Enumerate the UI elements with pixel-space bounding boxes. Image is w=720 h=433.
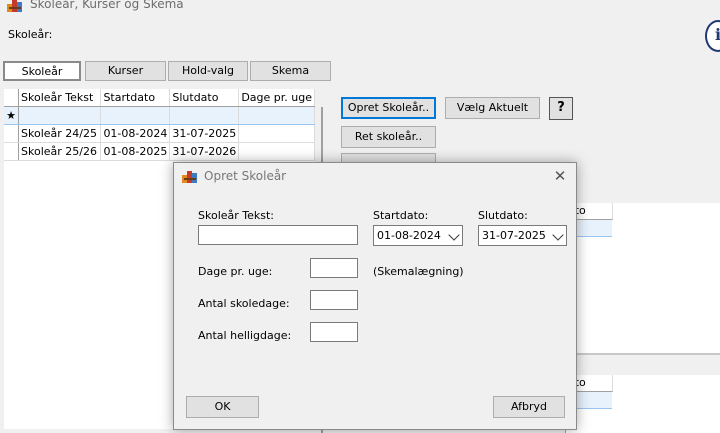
- table-cell[interactable]: [238, 142, 315, 161]
- table-cell[interactable]: 31-07-2026: [169, 142, 240, 161]
- info-icon[interactable]: i: [705, 20, 720, 52]
- chevron-down-icon: [448, 229, 460, 241]
- dialog-title: Opret Skoleår: [204, 169, 287, 183]
- skemalaegning-note: (Skemalægning): [373, 265, 464, 278]
- grid-header-row: Skoleår Tekst Startdato Slutdato Dage pr…: [4, 89, 315, 107]
- row-header[interactable]: [4, 124, 20, 143]
- right-grid-top[interactable]: ato: [565, 203, 720, 353]
- row-header-corner: [4, 89, 20, 107]
- antal-helligdage-label: Antal helligdage:: [198, 329, 292, 342]
- startdato-value: 01-08-2024: [377, 229, 441, 242]
- new-row[interactable]: ★: [4, 106, 315, 125]
- table-row[interactable]: Skoleår 25/26 01-08-2025 31-07-2026: [4, 142, 315, 161]
- tab-skema[interactable]: Skema: [250, 61, 331, 81]
- dage-pr-uge-field[interactable]: [310, 258, 358, 278]
- row-header[interactable]: [4, 142, 20, 161]
- tab-kurser[interactable]: Kurser: [85, 61, 166, 81]
- column-header[interactable]: Startdato: [100, 89, 171, 107]
- table-cell[interactable]: [100, 106, 171, 125]
- opret-skolear-dialog: Opret Skoleår ✕ Skoleår Tekst: Startdato…: [173, 162, 577, 430]
- ok-button[interactable]: OK: [186, 396, 259, 418]
- slutdato-value: 31-07-2025: [482, 229, 546, 242]
- window-title: Skoleår, Kurser og Skema: [30, 0, 184, 11]
- afbryd-button[interactable]: Afbryd: [493, 396, 565, 418]
- tab-skolear[interactable]: Skoleår: [3, 61, 81, 81]
- skolear-tekst-label: Skoleår Tekst:: [198, 209, 275, 222]
- table-row[interactable]: Skoleår 24/25 01-08-2024 31-07-2025: [4, 124, 315, 143]
- table-cell[interactable]: [169, 106, 240, 125]
- vaelg-aktuelt-button[interactable]: Vælg Aktuelt: [445, 97, 540, 119]
- slutdato-select[interactable]: 31-07-2025: [478, 225, 567, 246]
- skolear-tekst-field[interactable]: [198, 225, 358, 245]
- table-cell[interactable]: 01-08-2024: [100, 124, 171, 143]
- divider: [565, 353, 720, 355]
- app-icon: [182, 171, 197, 183]
- new-row-marker: ★: [4, 106, 20, 125]
- slutdato-label: Slutdato:: [478, 209, 528, 222]
- right-grid-bottom[interactable]: ato: [565, 375, 720, 433]
- antal-skoledage-label: Antal skoledage:: [198, 297, 290, 310]
- table-cell[interactable]: Skoleår 24/25: [18, 124, 102, 143]
- table-cell[interactable]: [238, 124, 315, 143]
- ret-skolear-button[interactable]: Ret skoleår..: [341, 126, 436, 148]
- table-cell[interactable]: Skoleår 25/26: [18, 142, 102, 161]
- table-cell[interactable]: 31-07-2025: [169, 124, 240, 143]
- table-cell[interactable]: [238, 106, 315, 125]
- table-cell[interactable]: 01-08-2025: [100, 142, 171, 161]
- help-button[interactable]: ?: [549, 97, 573, 120]
- tab-hold-valg[interactable]: Hold-valg: [168, 61, 248, 81]
- column-header[interactable]: Skoleår Tekst: [18, 89, 102, 107]
- close-icon[interactable]: ✕: [552, 167, 568, 185]
- chevron-down-icon: [552, 229, 564, 241]
- dage-pr-uge-label: Dage pr. uge:: [198, 265, 273, 278]
- opret-skolear-button[interactable]: Opret Skoleår..: [341, 97, 436, 119]
- app-icon: [7, 0, 22, 12]
- antal-skoledage-field[interactable]: [310, 290, 358, 310]
- column-header[interactable]: Slutdato: [169, 89, 240, 107]
- column-header[interactable]: Dage pr. uge: [238, 89, 315, 107]
- table-cell[interactable]: [18, 106, 102, 125]
- skolear-label: Skoleår:: [8, 28, 53, 41]
- startdato-label: Startdato:: [373, 209, 429, 222]
- startdato-select[interactable]: 01-08-2024: [373, 225, 463, 246]
- antal-helligdage-field[interactable]: [310, 322, 358, 342]
